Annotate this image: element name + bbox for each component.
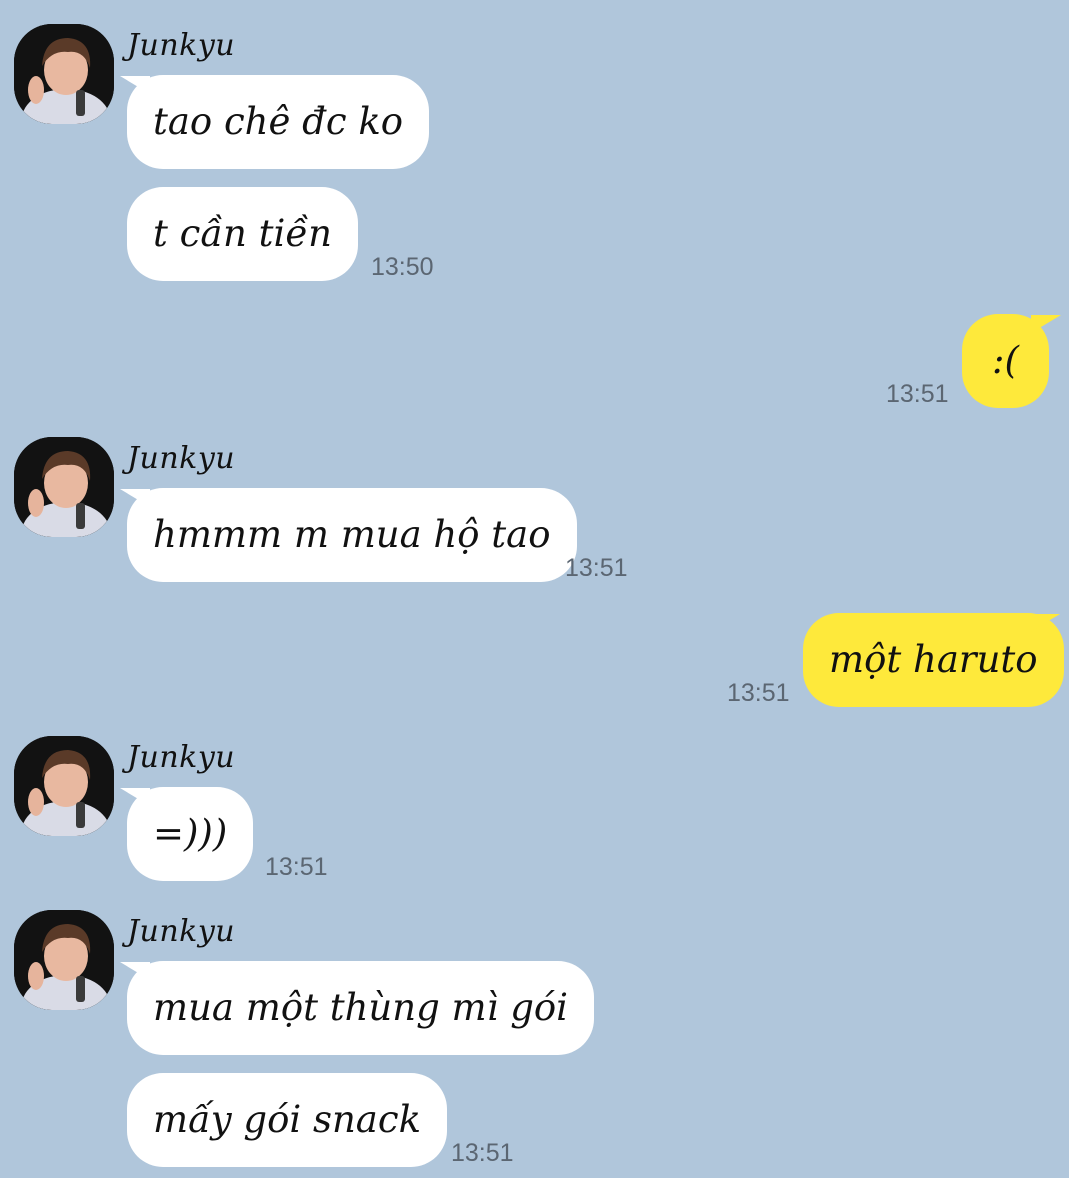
incoming-message-bubble[interactable]: hmmm m mua hộ tao: [127, 488, 577, 582]
avatar-photo-icon: [14, 24, 114, 124]
message-timestamp: 13:51: [565, 554, 628, 582]
avatar-photo-icon: [14, 437, 114, 537]
message-timestamp: 13:51: [265, 853, 328, 881]
contact-avatar[interactable]: [14, 437, 114, 537]
incoming-message-bubble[interactable]: mấy gói snack: [127, 1073, 447, 1167]
sender-name: Junkyu: [127, 914, 236, 949]
sender-name: Junkyu: [127, 740, 236, 775]
outgoing-message-bubble[interactable]: một haruto: [803, 613, 1064, 707]
contact-avatar[interactable]: [14, 910, 114, 1010]
incoming-message-bubble[interactable]: mua một thùng mì gói: [127, 961, 595, 1055]
contact-avatar[interactable]: [14, 736, 114, 836]
contact-avatar[interactable]: [14, 24, 114, 124]
sender-name: Junkyu: [127, 441, 236, 476]
message-timestamp: 13:50: [371, 253, 434, 281]
bubble-tail: [1030, 614, 1060, 632]
message-timestamp: 13:51: [886, 380, 949, 408]
incoming-message-bubble[interactable]: =))): [127, 787, 254, 881]
bubble-tail: [1031, 315, 1061, 333]
message-timestamp: 13:51: [727, 679, 790, 707]
avatar-photo-icon: [14, 910, 114, 1010]
incoming-message-bubble[interactable]: t cần tiền: [127, 187, 358, 281]
incoming-message-bubble[interactable]: tao chê đc ko: [127, 75, 430, 169]
sender-name: Junkyu: [127, 28, 236, 63]
avatar-photo-icon: [14, 736, 114, 836]
message-timestamp: 13:51: [451, 1139, 514, 1167]
